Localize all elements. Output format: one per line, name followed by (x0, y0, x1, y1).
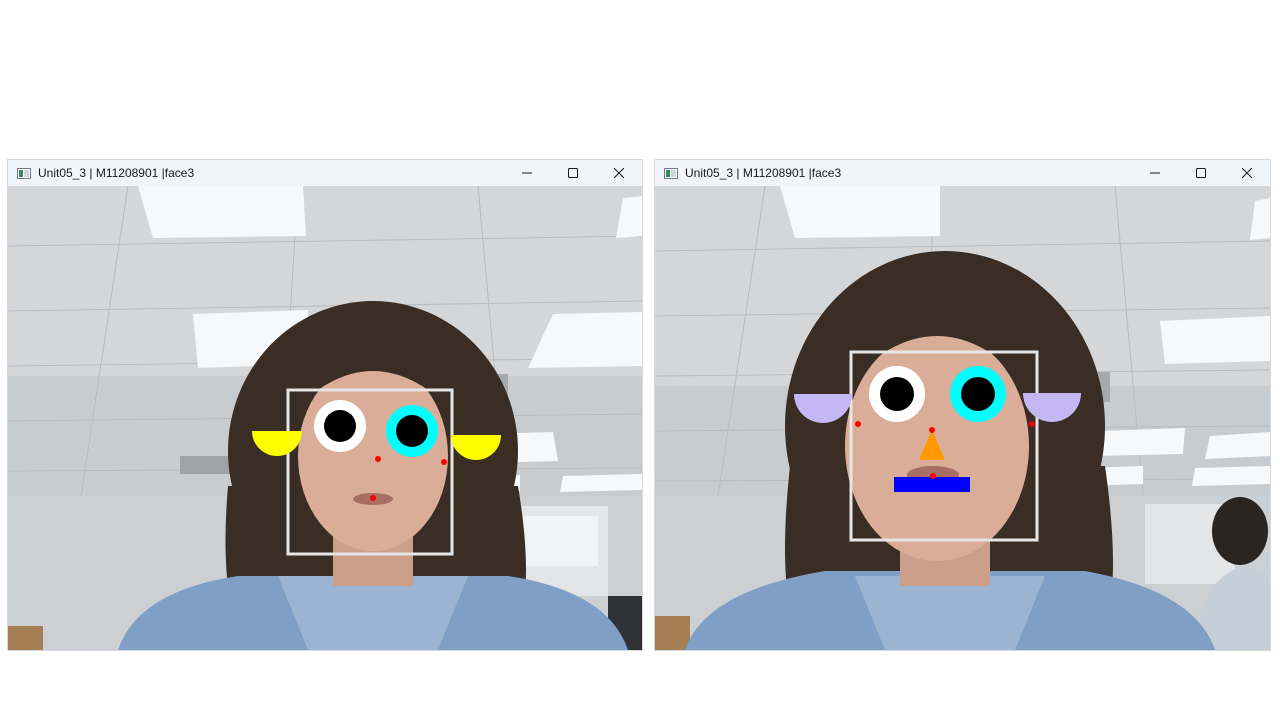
app-icon (664, 167, 678, 179)
close-icon (614, 168, 624, 178)
mouth-bar (894, 477, 970, 492)
landmark-nose (929, 427, 935, 433)
landmark-nose (375, 456, 381, 462)
camera-view (655, 186, 1270, 650)
window-title: Unit05_3 | M11208901 |face3 (38, 166, 195, 180)
landmark-cheek-right (1029, 421, 1035, 427)
minimize-button[interactable] (504, 160, 550, 186)
window-title: Unit05_3 | M11208901 |face3 (685, 166, 842, 180)
pupil-right (961, 377, 995, 411)
close-button[interactable] (1224, 160, 1270, 186)
maximize-icon (1196, 168, 1206, 178)
landmark-cheek-left (855, 421, 861, 427)
landmark-mouth (930, 473, 936, 479)
maximize-button[interactable] (550, 160, 596, 186)
minimize-icon (522, 172, 532, 174)
camera-window-right: Unit05_3 | M11208901 |face3 (655, 160, 1270, 650)
webcam-frame (8, 186, 642, 650)
title-bar[interactable]: Unit05_3 | M11208901 |face3 (655, 160, 1270, 186)
landmark-mouth (370, 495, 376, 501)
minimize-button[interactable] (1132, 160, 1178, 186)
close-button[interactable] (596, 160, 642, 186)
pupil-right (396, 415, 428, 447)
camera-window-left: Unit05_3 | M11208901 |face3 (8, 160, 642, 650)
minimize-icon (1150, 172, 1160, 174)
camera-view (8, 186, 642, 650)
app-icon (17, 167, 31, 179)
pupil-left (324, 410, 356, 442)
close-icon (1242, 168, 1252, 178)
webcam-frame (655, 186, 1270, 650)
maximize-icon (568, 168, 578, 178)
pupil-left (880, 377, 914, 411)
landmark-cheek (441, 459, 447, 465)
maximize-button[interactable] (1178, 160, 1224, 186)
title-bar[interactable]: Unit05_3 | M11208901 |face3 (8, 160, 642, 186)
